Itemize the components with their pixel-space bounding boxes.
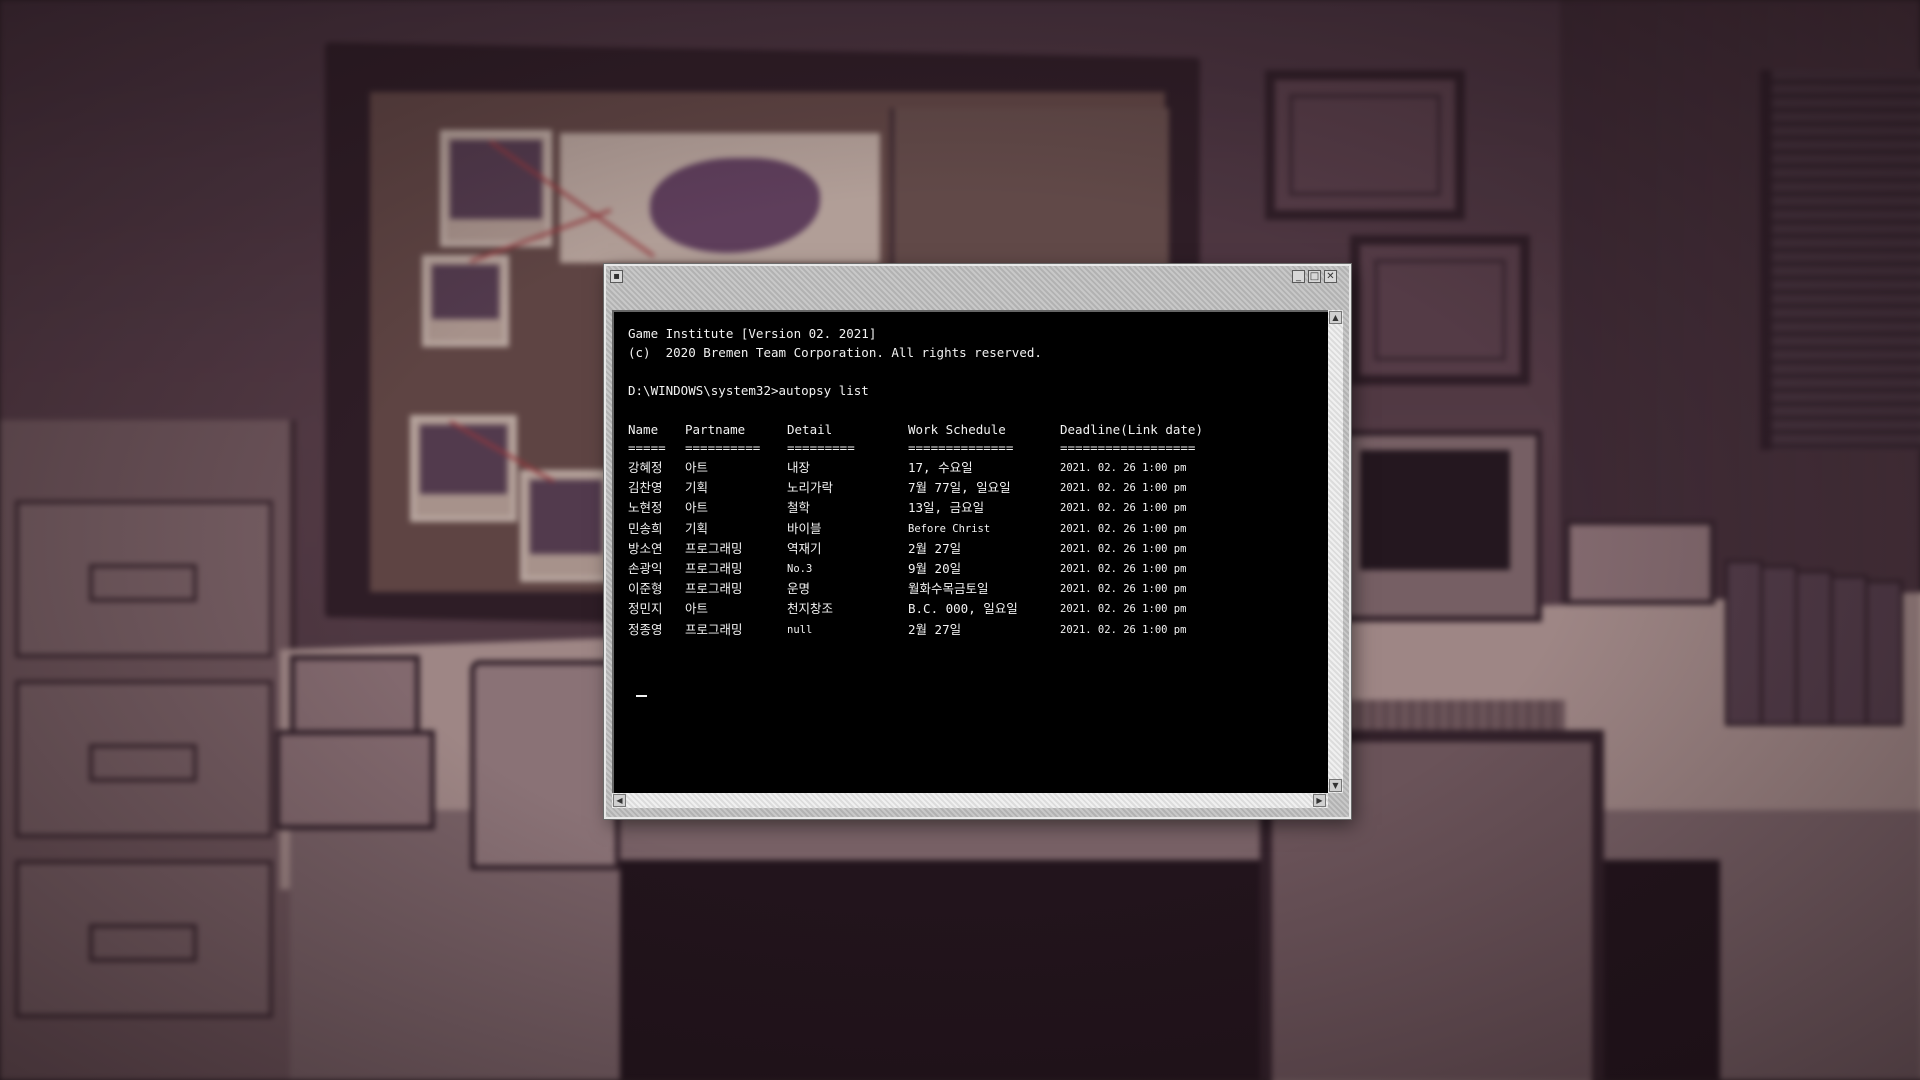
row-detail: 내장 <box>787 460 811 475</box>
column-separator: ================== <box>1060 440 1196 455</box>
scroll-up-icon[interactable]: ▲ <box>1329 311 1342 324</box>
column-separator: ========== <box>685 440 761 455</box>
row-deadline: 2021. 02. 26 1:00 pm <box>1060 522 1187 535</box>
row-detail: 노리가락 <box>787 480 834 496</box>
maximize-icon[interactable]: □ <box>1308 270 1321 283</box>
column-header-deadline: Deadline(Link date) <box>1060 422 1203 437</box>
scroll-left-icon[interactable]: ◀ <box>613 794 626 807</box>
row-detail: 철학 <box>787 500 811 516</box>
horizontal-scrollbar[interactable]: ◀ ▶ <box>612 793 1328 808</box>
row-partname: 아트 <box>685 601 709 617</box>
window-menu-icon[interactable]: ▪ <box>610 270 623 283</box>
column-header-schedule: Work Schedule <box>908 422 1006 437</box>
row-deadline: 2021. 02. 26 1:00 pm <box>1060 542 1187 555</box>
row-schedule: 17, 수요일 <box>908 460 973 475</box>
row-schedule: 7월 77일, 일요일 <box>908 480 1011 496</box>
column-header-name: Name <box>628 422 659 437</box>
game-scene: ▪ _ □ ✕ Game Institute [Version 02. 2021… <box>0 0 1920 1080</box>
row-partname: 아트 <box>685 500 709 516</box>
row-schedule: 9월 20일 <box>908 561 962 576</box>
scroll-down-icon[interactable]: ▼ <box>1329 779 1342 792</box>
row-name: 민송희 <box>628 520 663 536</box>
text-cursor <box>636 695 647 697</box>
row-detail: 바이블 <box>787 520 822 536</box>
terminal-window[interactable]: ▪ _ □ ✕ Game Institute [Version 02. 2021… <box>604 264 1351 819</box>
row-partname: 아트 <box>685 460 709 475</box>
terminal-header-line1: Game Institute [Version 02. 2021] <box>628 326 877 341</box>
row-detail: 역재기 <box>787 540 822 556</box>
minimize-icon[interactable]: _ <box>1292 270 1305 283</box>
row-name: 정종영 <box>628 621 663 637</box>
row-deadline: 2021. 02. 26 1:00 pm <box>1060 583 1187 596</box>
row-name: 정민지 <box>628 601 663 617</box>
row-detail: 운명 <box>787 581 811 597</box>
row-name: 노현정 <box>628 500 663 516</box>
terminal-header-line2: (c) 2020 Bremen Team Corporation. All ri… <box>628 345 1042 360</box>
row-schedule: Before Christ <box>908 522 991 535</box>
vertical-scrollbar[interactable]: ▲ ▼ <box>1328 310 1343 793</box>
row-detail: null <box>787 623 813 636</box>
row-schedule: 13일, 금요일 <box>908 500 985 516</box>
row-partname: 프로그래밍 <box>685 581 743 597</box>
terminal-output[interactable]: Game Institute [Version 02. 2021] (c) 20… <box>612 310 1328 793</box>
row-name: 김찬영 <box>628 480 663 496</box>
window-titlebar[interactable]: ▪ _ □ ✕ <box>606 266 1345 288</box>
row-deadline: 2021. 02. 26 1:00 pm <box>1060 623 1187 636</box>
row-name: 이준형 <box>628 581 663 597</box>
row-detail: 천지창조 <box>787 601 834 617</box>
column-separator: ========= <box>787 440 855 455</box>
row-deadline: 2021. 02. 26 1:00 pm <box>1060 462 1187 474</box>
column-separator: ===== <box>628 440 666 455</box>
row-name: 방소연 <box>628 540 663 556</box>
row-deadline: 2021. 02. 26 1:00 pm <box>1060 603 1187 616</box>
row-partname: 프로그래밍 <box>685 561 743 576</box>
row-name: 강혜정 <box>628 460 663 475</box>
row-schedule: 2월 27일 <box>908 540 962 556</box>
row-schedule: 2월 27일 <box>908 621 962 637</box>
row-partname: 기획 <box>685 480 709 496</box>
close-icon[interactable]: ✕ <box>1324 270 1337 283</box>
row-partname: 프로그래밍 <box>685 621 743 637</box>
scroll-right-icon[interactable]: ▶ <box>1313 794 1326 807</box>
row-schedule: B.C. 000, 일요일 <box>908 601 1018 617</box>
row-schedule: 월화수목금토일 <box>908 581 989 597</box>
row-detail: No.3 <box>787 563 813 575</box>
column-header-detail: Detail <box>787 422 833 437</box>
row-partname: 프로그래밍 <box>685 540 743 556</box>
row-partname: 기획 <box>685 520 709 536</box>
row-name: 손광익 <box>628 561 663 576</box>
column-separator: ============== <box>908 440 1014 455</box>
row-deadline: 2021. 02. 26 1:00 pm <box>1060 482 1187 495</box>
column-header-partname: Partname <box>685 422 746 437</box>
terminal-prompt-line: D:\WINDOWS\system32>autopsy list <box>628 383 869 398</box>
row-deadline: 2021. 02. 26 1:00 pm <box>1060 563 1187 575</box>
row-deadline: 2021. 02. 26 1:00 pm <box>1060 502 1187 515</box>
